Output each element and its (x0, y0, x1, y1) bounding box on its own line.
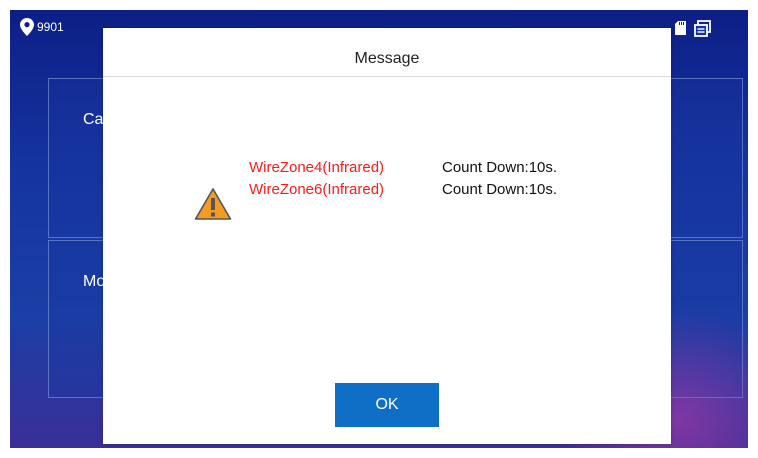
background-card-label: Mo (83, 273, 106, 290)
dialog-divider (103, 76, 671, 77)
window-switch-icon[interactable] (694, 20, 712, 38)
message-dialog: Message WireZone4(Infrared) Count Down:1… (103, 28, 671, 444)
dialog-title: Message (354, 50, 420, 67)
alarm-zone-name: WireZone6(Infrared) (249, 181, 385, 198)
alarm-countdown: Count Down:10s. (442, 159, 558, 176)
alarm-countdown: Count Down:10s. (442, 181, 558, 198)
ok-button[interactable]: OK (335, 383, 439, 427)
alarm-zone-name: WireZone4(Infrared) (249, 159, 385, 176)
sd-card-icon (675, 21, 686, 35)
room-number: 9901 (37, 20, 64, 34)
warning-triangle-icon (194, 188, 232, 220)
location-pin-icon (20, 18, 34, 36)
background-card-label: Ca (83, 111, 104, 128)
